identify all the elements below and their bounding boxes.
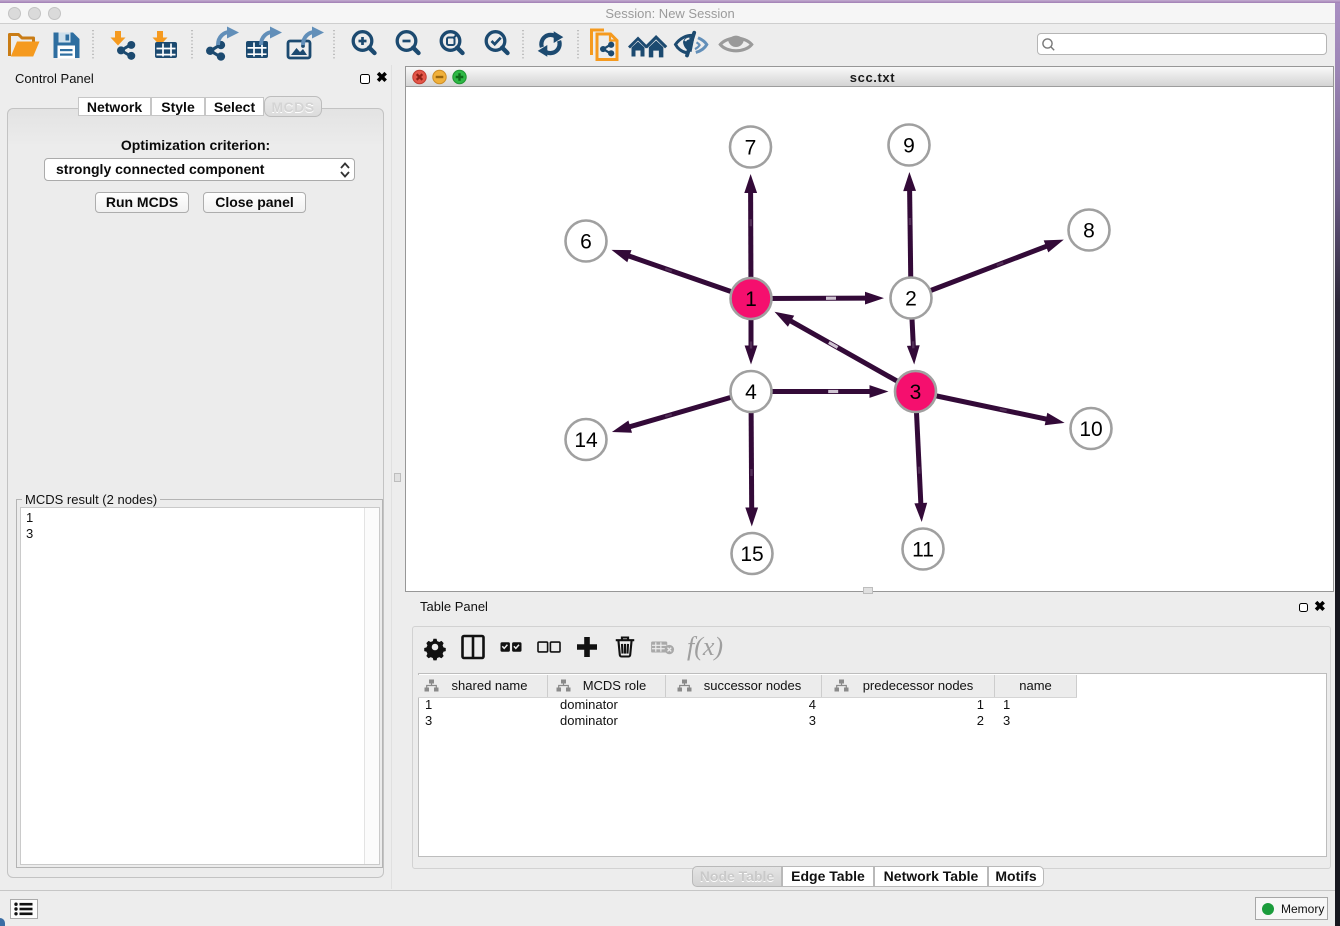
- svg-text:15: 15: [740, 543, 763, 566]
- svg-text:14: 14: [574, 429, 598, 452]
- svg-text:9: 9: [903, 135, 915, 158]
- svg-text:11: 11: [912, 539, 934, 562]
- svg-text:7: 7: [745, 137, 757, 160]
- svg-text:6: 6: [580, 231, 592, 254]
- svg-text:10: 10: [1079, 418, 1102, 441]
- svg-text:1: 1: [745, 288, 757, 311]
- svg-text:3: 3: [910, 381, 922, 404]
- svg-text:8: 8: [1083, 220, 1095, 243]
- svg-text:2: 2: [905, 288, 917, 311]
- svg-text:4: 4: [745, 381, 757, 404]
- svg-text:f(x): f(x): [687, 632, 723, 661]
